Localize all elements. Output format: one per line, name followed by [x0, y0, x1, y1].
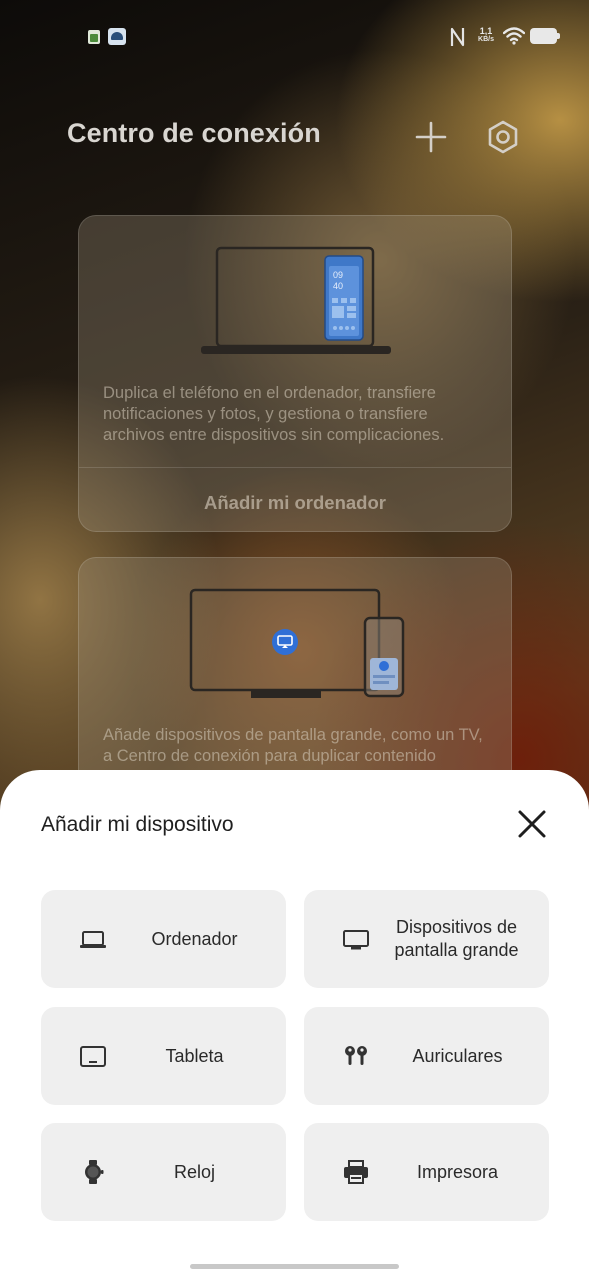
close-icon[interactable]: [515, 807, 549, 841]
pc-card-description: Duplica el teléfono en el ordenador, tra…: [103, 384, 445, 444]
laptop-phone-illustration: 09 40: [201, 246, 391, 354]
screen-card-description: Añade dispositivos de pantalla grande, c…: [103, 726, 483, 765]
sheet-title: Añadir mi dispositivo: [41, 813, 234, 836]
watch-icon: [85, 1160, 104, 1184]
nfc-icon: [450, 27, 465, 47]
illustration-clock-hour: 09: [333, 270, 343, 280]
card-divider: [79, 467, 511, 468]
add-my-computer-button[interactable]: Añadir mi ordenador: [79, 492, 511, 514]
device-option-printer[interactable]: Impresora: [304, 1123, 549, 1221]
settings-icon[interactable]: [485, 119, 521, 155]
device-option-large-screen[interactable]: Dispositivos de pantalla grande: [304, 890, 549, 988]
earbuds-icon: [345, 1046, 367, 1065]
device-option-label: Reloj: [173, 1161, 216, 1182]
add-device-sheet: Añadir mi dispositivo Ordenador Disposit…: [0, 770, 589, 1280]
battery-icon: [530, 28, 560, 44]
tv-phone-illustration: [189, 588, 405, 698]
home-indicator[interactable]: [190, 1264, 399, 1269]
notification-photo-icon: [108, 28, 126, 45]
device-option-tablet[interactable]: Tableta: [41, 1007, 286, 1105]
status-bar: 1,1 KB/s: [0, 0, 589, 72]
device-option-label: Ordenador: [151, 928, 238, 949]
pc-connection-card: 09 40 Duplica el teléfono en el ordenado…: [78, 215, 512, 532]
wifi-icon: [503, 27, 525, 45]
notification-app-icon: [88, 30, 100, 44]
page-title: Centro de conexión: [67, 118, 321, 148]
device-option-computer[interactable]: Ordenador: [41, 890, 286, 988]
device-option-label: Dispositivos de pantalla grande: [394, 917, 519, 960]
plus-icon[interactable]: [414, 120, 448, 154]
tablet-icon: [80, 1046, 106, 1067]
illustration-clock-minute: 40: [333, 281, 343, 291]
device-option-watch[interactable]: Reloj: [41, 1123, 286, 1221]
network-speed-unit: KB/s: [478, 36, 494, 43]
network-speed-value: 1,1: [479, 26, 493, 36]
device-option-earbuds[interactable]: Auriculares: [304, 1007, 549, 1105]
device-option-label: Impresora: [416, 1161, 499, 1182]
printer-icon: [344, 1160, 368, 1184]
device-option-label: Tableta: [165, 1045, 224, 1066]
laptop-icon: [80, 931, 106, 948]
network-speed: 1,1 KB/s: [474, 27, 498, 44]
device-option-label: Auriculares: [412, 1045, 503, 1066]
